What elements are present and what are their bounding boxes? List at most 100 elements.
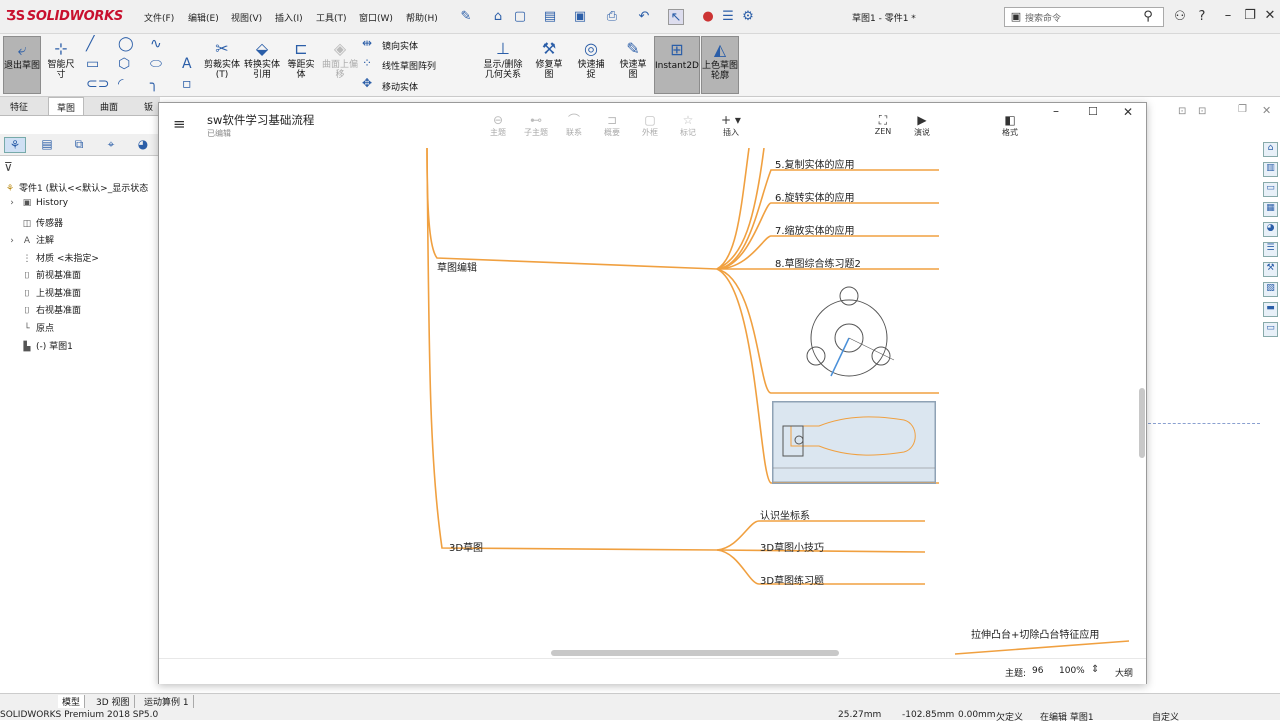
select-icon[interactable]: ↖ bbox=[668, 9, 684, 25]
tab-surfaces[interactable]: 曲面 bbox=[100, 100, 118, 113]
move-icon[interactable]: ✥ bbox=[362, 76, 372, 90]
smart-dimension-button[interactable]: ⊹ 智能尺寸 bbox=[44, 40, 78, 94]
topic-extrude-cut[interactable]: 拉伸凸台+切除凸台特征应用 bbox=[971, 626, 1099, 641]
exit-sketch-button[interactable]: ⤶ 退出草图 bbox=[3, 36, 41, 94]
topic-3d-sketch-exercise[interactable]: 3D草图练习题 bbox=[760, 572, 824, 587]
linear-pattern-icon[interactable]: ⁘ bbox=[362, 56, 372, 70]
insert-button[interactable]: + ▾ 插入 bbox=[714, 113, 748, 138]
options-icon[interactable]: ⚙ bbox=[740, 9, 756, 25]
viewport-restore-icon[interactable]: ⊡ bbox=[1178, 106, 1186, 117]
topic-coordinate-system[interactable]: 认识坐标系 bbox=[760, 507, 810, 522]
tab-motion-study[interactable]: 运动算例 1 bbox=[140, 695, 194, 708]
hamburger-menu-icon[interactable]: ≡ bbox=[173, 115, 186, 133]
present-button[interactable]: ▶ 演说 bbox=[905, 113, 939, 138]
circle-icon[interactable]: ◯ bbox=[118, 36, 134, 52]
minimize-icon[interactable]: – bbox=[1218, 8, 1238, 23]
maximize-icon[interactable]: ☐ bbox=[1088, 105, 1098, 118]
topic-3d-sketch-tips[interactable]: 3D草图小技巧 bbox=[760, 539, 824, 554]
feature-tree-icon[interactable]: ⚘ bbox=[4, 137, 26, 153]
boundary-button[interactable]: ▢ 外框 bbox=[633, 113, 667, 138]
relationship-button[interactable]: ⌒ 联系 bbox=[557, 113, 591, 138]
toolbox-icon[interactable]: ⚒ bbox=[1263, 262, 1278, 277]
tree-item-sensors[interactable]: ◫ 传感器 bbox=[21, 216, 63, 229]
summary-button[interactable]: ⊐ 概要 bbox=[595, 113, 629, 138]
tab-features[interactable]: 特征 bbox=[10, 100, 28, 113]
spline-icon[interactable]: ∿ bbox=[150, 36, 162, 52]
vertical-scrollbar[interactable] bbox=[1139, 388, 1145, 458]
close-icon[interactable]: ✕ bbox=[1123, 105, 1133, 119]
instant2d-button[interactable]: ⊞ Instant2D bbox=[654, 36, 700, 94]
viewport-close-icon[interactable]: ✕ bbox=[1262, 104, 1271, 117]
line-icon[interactable]: ╱ bbox=[86, 36, 94, 52]
marker-button[interactable]: ☆ 标记 bbox=[671, 113, 705, 138]
topic-button[interactable]: ⊖ 主题 bbox=[481, 113, 515, 138]
user-icon[interactable]: ⚇ bbox=[1172, 9, 1188, 25]
file-explorer-icon[interactable]: ▭ bbox=[1263, 182, 1278, 197]
pin-icon[interactable]: ✎ bbox=[458, 9, 474, 25]
rebuild-icon[interactable]: ● bbox=[700, 9, 716, 25]
solidworks-resources-icon[interactable]: ⌂ bbox=[1263, 142, 1278, 157]
open-file-icon[interactable]: ▤ bbox=[542, 9, 558, 25]
configuration-manager-icon[interactable]: ⧉ bbox=[68, 137, 90, 153]
tree-item-top-plane[interactable]: ⌷ 上视基准面 bbox=[21, 286, 81, 299]
zen-button[interactable]: ⛶ ZEN bbox=[866, 113, 900, 136]
fillet-icon[interactable]: ╮ bbox=[150, 76, 158, 92]
shaded-sketch-contours-button[interactable]: ◭ 上色草图轮廓 bbox=[701, 36, 739, 94]
search-icon[interactable]: ⚲ bbox=[1140, 9, 1156, 25]
rapid-sketch-button[interactable]: ✎ 快速草图 bbox=[616, 40, 650, 94]
design-library-icon[interactable]: ▥ bbox=[1263, 162, 1278, 177]
zoom-level[interactable]: 100% bbox=[1059, 666, 1085, 676]
topic-sketch-exercise-2[interactable]: 8.草图综合练习题2 bbox=[775, 255, 861, 270]
tab-3d-view[interactable]: 3D 视图 bbox=[92, 695, 135, 708]
repair-sketch-button[interactable]: ⚒ 修复草图 bbox=[532, 40, 566, 94]
outline-button[interactable]: 大纲 bbox=[1115, 666, 1133, 679]
menu-edit[interactable]: 编辑(E) bbox=[188, 11, 219, 24]
arc-icon[interactable]: ◜ bbox=[118, 76, 123, 92]
property-manager-icon[interactable]: ▤ bbox=[36, 137, 58, 153]
slot-icon[interactable]: ⊂⊃ bbox=[86, 76, 109, 92]
quick-snaps-button[interactable]: ◎ 快速捕捉 bbox=[574, 40, 608, 94]
tree-item-right-plane[interactable]: ⌷ 右视基准面 bbox=[21, 303, 81, 316]
topic-scale-entities[interactable]: 7.缩放实体的应用 bbox=[775, 222, 855, 237]
view-palette-icon[interactable]: ▦ bbox=[1263, 202, 1278, 217]
close-icon[interactable]: ✕ bbox=[1260, 8, 1280, 23]
menu-window[interactable]: 窗口(W) bbox=[359, 11, 393, 24]
tab-sheet-metal[interactable]: 钣 bbox=[144, 100, 153, 113]
file-properties-icon[interactable]: ☰ bbox=[720, 9, 736, 25]
mindmap-canvas[interactable]: 草图编辑 5.复制实体的应用 6.旋转实体的应用 7.缩放实体的应用 8.草图综… bbox=[159, 148, 1146, 658]
subtopic-button[interactable]: ⊷ 子主题 bbox=[519, 113, 553, 138]
topic-rotate-entities[interactable]: 6.旋转实体的应用 bbox=[775, 189, 855, 204]
tree-item-annotations[interactable]: › A 注解 bbox=[6, 233, 54, 246]
print-icon[interactable]: ⎙ bbox=[604, 9, 620, 25]
menu-file[interactable]: 文件(F) bbox=[144, 11, 174, 24]
restore-icon[interactable]: ❐ bbox=[1240, 8, 1260, 23]
convert-entities-button[interactable]: ⬙ 转换实体引用 bbox=[244, 40, 280, 94]
new-file-icon[interactable]: ▢ bbox=[512, 9, 528, 25]
topic-copy-entities[interactable]: 5.复制实体的应用 bbox=[775, 156, 855, 171]
chat-icon[interactable]: ▭ bbox=[1263, 322, 1278, 337]
save-icon[interactable]: ▣ bbox=[572, 9, 588, 25]
offset-on-surface-button[interactable]: ◈ 曲面上偏移 bbox=[322, 40, 358, 94]
tree-root[interactable]: ⚘ 零件1 (默认<<默认>_显示状态 bbox=[4, 181, 148, 194]
folder-icon[interactable]: ▬ bbox=[1263, 302, 1278, 317]
horizontal-scrollbar[interactable] bbox=[551, 650, 839, 656]
menu-tools[interactable]: 工具(T) bbox=[316, 11, 347, 24]
viewport-tile-icon[interactable]: ⊡ bbox=[1198, 106, 1206, 117]
tree-item-material[interactable]: ⋮ 材质 <未指定> bbox=[21, 251, 99, 264]
menu-view[interactable]: 视图(V) bbox=[231, 11, 262, 24]
tab-sketch[interactable]: 草图 bbox=[48, 97, 85, 115]
help-icon[interactable]: ? bbox=[1194, 9, 1210, 25]
ellipse-icon[interactable]: ⬭ bbox=[150, 56, 162, 72]
units-selector[interactable]: 自定义 bbox=[1152, 710, 1179, 723]
mirror-icon[interactable]: ⇹ bbox=[362, 36, 372, 50]
point-icon[interactable]: ▫ bbox=[182, 76, 192, 92]
dimxpert-icon[interactable]: ⌖ bbox=[100, 137, 122, 153]
menu-help[interactable]: 帮助(H) bbox=[406, 11, 438, 24]
tree-item-history[interactable]: › ▣ History bbox=[6, 198, 68, 208]
minimize-icon[interactable]: – bbox=[1053, 104, 1059, 118]
zoom-stepper-icon[interactable]: ⇕ bbox=[1091, 664, 1099, 675]
display-relations-button[interactable]: ⊥ 显示/删除几何关系 bbox=[480, 40, 526, 94]
move-entities-button[interactable]: 移动实体 bbox=[382, 80, 418, 93]
custom-properties-icon[interactable]: ☰ bbox=[1263, 242, 1278, 257]
forum-icon[interactable]: ▧ bbox=[1263, 282, 1278, 297]
